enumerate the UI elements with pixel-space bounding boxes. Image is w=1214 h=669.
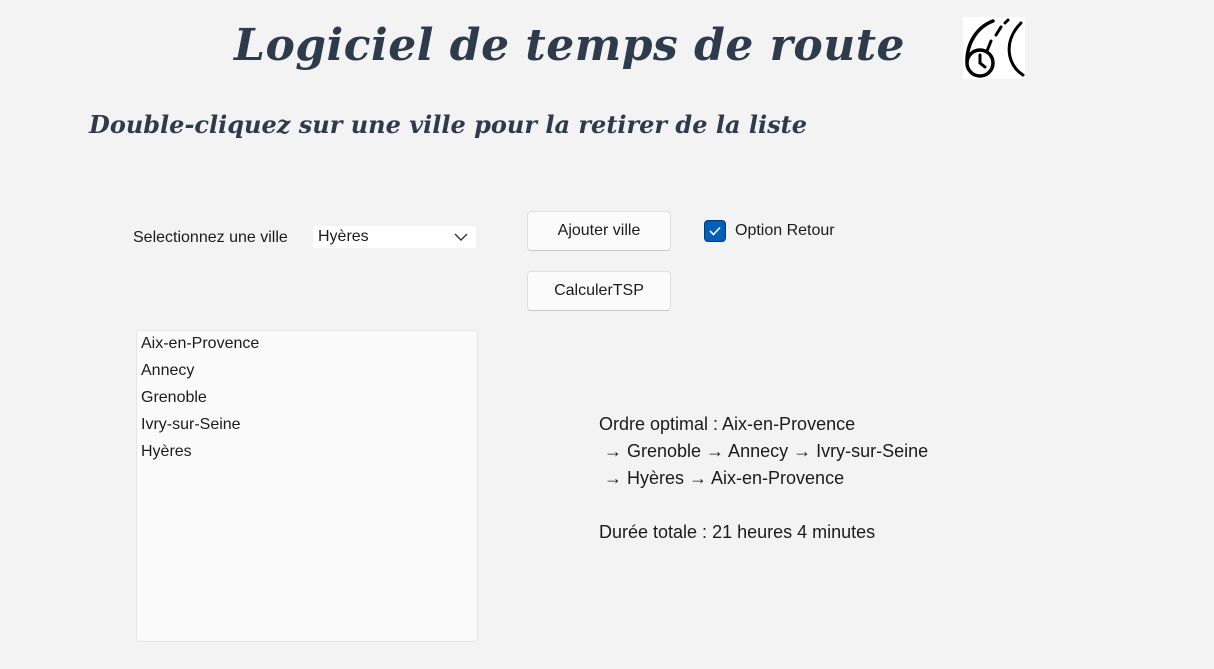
return-option-checkbox[interactable] bbox=[704, 220, 726, 242]
clock-road-icon bbox=[963, 17, 1025, 79]
add-city-button[interactable]: Ajouter ville bbox=[527, 211, 671, 251]
optimal-order-line: → Grenoble → Annecy → Ivry-sur-Seine bbox=[599, 441, 929, 461]
total-duration: Durée totale : 21 heures 4 minutes bbox=[599, 522, 876, 542]
checkmark-icon bbox=[709, 226, 721, 236]
optimal-order-line: → Hyères → Aix-en-Provence bbox=[599, 468, 845, 488]
city-select-label: Selectionnez une ville bbox=[133, 229, 288, 246]
list-item[interactable]: Grenoble bbox=[141, 389, 207, 407]
city-select[interactable]: Hyères bbox=[313, 226, 476, 248]
list-item[interactable]: Aix-en-Provence bbox=[141, 335, 259, 353]
app-title: Logiciel de temps de route bbox=[234, 20, 906, 71]
calculate-tsp-button[interactable]: CalculerTSP bbox=[527, 271, 671, 311]
return-option-label[interactable]: Option Retour bbox=[735, 222, 835, 240]
list-item[interactable]: Annecy bbox=[141, 362, 194, 380]
optimal-order-line: Ordre optimal : Aix-en-Provence bbox=[599, 414, 856, 434]
list-item[interactable]: Hyères bbox=[141, 443, 192, 461]
city-list[interactable]: Aix-en-Provence Annecy Grenoble Ivry-sur… bbox=[136, 330, 478, 642]
city-select-value: Hyères bbox=[318, 228, 369, 245]
list-item[interactable]: Ivry-sur-Seine bbox=[141, 416, 241, 434]
instruction-subtitle: Double-cliquez sur une ville pour la ret… bbox=[89, 110, 807, 139]
chevron-down-icon bbox=[454, 233, 468, 241]
